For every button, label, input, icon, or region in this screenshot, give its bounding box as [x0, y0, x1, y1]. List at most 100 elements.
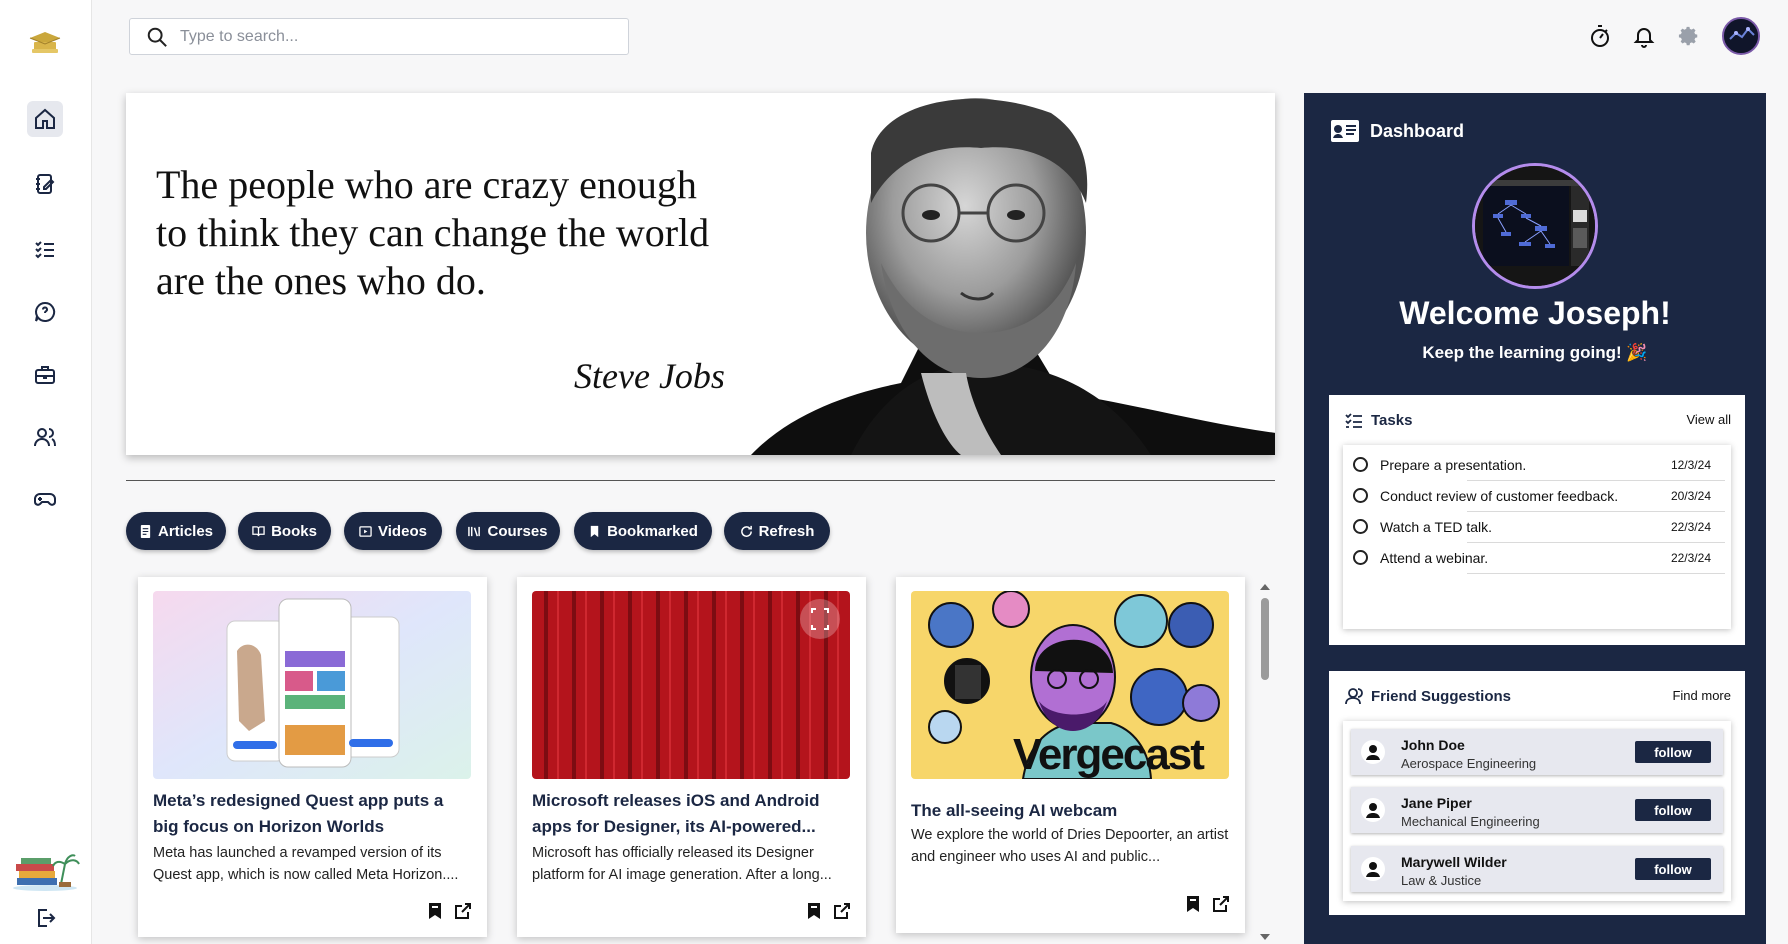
filter-label: Courses: [487, 522, 548, 540]
bookmark-icon[interactable]: [805, 902, 823, 920]
article-image: [532, 591, 850, 779]
vergecast-wordmark: Vergecast: [1013, 730, 1205, 779]
find-more-link[interactable]: Find more: [1672, 688, 1731, 703]
sidebar-item-jobs[interactable]: [27, 357, 63, 393]
card-description: Meta has launched a revamped version of …: [153, 845, 459, 883]
cards-scrollbar[interactable]: [1258, 580, 1272, 944]
section-divider: [126, 480, 1275, 481]
task-checkbox[interactable]: [1353, 488, 1368, 503]
external-link-icon[interactable]: [454, 902, 472, 920]
user-icon: [1345, 688, 1363, 705]
sidebar-item-notes[interactable]: [27, 166, 63, 202]
follow-button[interactable]: follow: [1635, 741, 1711, 763]
bookmark-icon[interactable]: [426, 902, 444, 920]
gamepad-icon: [34, 493, 56, 506]
sidebar-item-tasks[interactable]: [27, 231, 63, 267]
task-item[interactable]: Conduct review of customer feedback. 20/…: [1343, 480, 1731, 511]
task-checkbox[interactable]: [1353, 550, 1368, 565]
card-actions: [805, 902, 851, 920]
video-icon: [359, 525, 372, 537]
profile-picture[interactable]: [1472, 163, 1598, 289]
books-illustration-icon: [13, 854, 80, 891]
task-label: Attend a webinar.: [1380, 549, 1489, 566]
library-icon: [468, 526, 481, 536]
filter-articles-button[interactable]: Articles: [126, 512, 226, 550]
filter-books-button[interactable]: Books: [238, 512, 331, 550]
home-icon: [35, 108, 55, 129]
avatar-image-icon: [1724, 19, 1758, 53]
task-item[interactable]: Attend a webinar. 22/3/24: [1343, 542, 1731, 573]
filter-videos-button[interactable]: Videos: [344, 512, 442, 550]
sidebar-item-help[interactable]: [27, 294, 63, 330]
article-image: Vergecast: [911, 591, 1229, 779]
card-title[interactable]: The all-seeing AI webcam: [911, 798, 1229, 824]
card-actions: [426, 902, 472, 920]
timer-button[interactable]: [1586, 22, 1614, 50]
friend-item: John Doe Aerospace Engineering follow: [1351, 729, 1723, 775]
filter-label: Books: [271, 522, 317, 540]
card-description: We explore the world of Dries Depoorter,…: [911, 827, 1229, 865]
profile-avatar[interactable]: [1722, 17, 1760, 55]
sidebar-item-home[interactable]: [27, 101, 63, 137]
article-card[interactable]: Microsoft releases iOS and Android apps …: [517, 577, 866, 937]
dashboard-title: Dashboard: [1370, 120, 1465, 141]
friend-name: Marywell Wilder: [1401, 854, 1507, 870]
steve-jobs-portrait: [731, 93, 1275, 455]
scroll-thumb[interactable]: [1261, 598, 1269, 680]
task-date: 22/3/24: [1670, 519, 1711, 534]
tasks-header: Tasks: [1345, 411, 1412, 429]
refresh-button[interactable]: Refresh: [724, 512, 830, 550]
article-card[interactable]: Vergecast The all-seeing AI webcam We ex…: [896, 577, 1245, 933]
task-item[interactable]: Watch a TED talk. 22/3/24: [1343, 511, 1731, 542]
settings-button[interactable]: [1675, 22, 1703, 50]
filter-bookmarked-button[interactable]: Bookmarked: [574, 512, 712, 550]
search-input[interactable]: [180, 27, 600, 46]
task-date: 20/3/24: [1670, 488, 1711, 503]
external-link-icon[interactable]: [1212, 895, 1230, 913]
filter-label: Bookmarked: [607, 522, 698, 540]
filter-courses-button[interactable]: Courses: [456, 512, 560, 550]
notifications-button[interactable]: [1630, 22, 1658, 50]
friend-department: Aerospace Engineering: [1401, 756, 1537, 771]
logout-button[interactable]: [27, 900, 63, 936]
sidebar: [0, 0, 92, 944]
dashboard-icon: [1331, 120, 1359, 142]
stopwatch-icon: [1591, 25, 1609, 47]
task-item[interactable]: Prepare a presentation. 12/3/24: [1343, 449, 1731, 480]
friend-department: Mechanical Engineering: [1401, 814, 1540, 829]
follow-button[interactable]: follow: [1635, 858, 1711, 880]
checklist-icon: [1345, 413, 1362, 428]
friend-item: Marywell Wilder Law & Justice follow: [1351, 846, 1723, 892]
book-open-icon: [252, 525, 265, 536]
scroll-up-arrow-icon[interactable]: [1258, 582, 1272, 592]
refresh-icon: [740, 525, 752, 537]
task-label: Conduct review of customer feedback.: [1380, 487, 1619, 504]
user-avatar-icon: [1361, 740, 1385, 764]
logo-icon[interactable]: [28, 30, 62, 56]
article-card[interactable]: Meta’s redesigned Quest app puts a big f…: [138, 577, 487, 937]
card-title[interactable]: Microsoft releases iOS and Android apps …: [532, 788, 850, 840]
article-icon: [140, 524, 151, 538]
briefcase-icon: [35, 366, 55, 384]
sidebar-item-games[interactable]: [27, 481, 63, 517]
task-label: Watch a TED talk.: [1380, 518, 1493, 535]
banner-quote: The people who are crazy enough to think…: [156, 161, 756, 305]
users-icon: [34, 428, 56, 447]
quote-line: to think they can change the world: [156, 210, 710, 255]
task-checkbox[interactable]: [1353, 519, 1368, 534]
search-bar[interactable]: [129, 18, 629, 55]
tasks-card: Tasks View all Prepare a presentation. 1…: [1329, 395, 1745, 645]
card-title[interactable]: Meta’s redesigned Quest app puts a big f…: [153, 788, 471, 840]
follow-button[interactable]: follow: [1635, 799, 1711, 821]
task-checkbox[interactable]: [1353, 457, 1368, 472]
bookmark-icon[interactable]: [1184, 895, 1202, 913]
friends-title: Friend Suggestions: [1371, 687, 1512, 705]
filter-label: Refresh: [758, 522, 815, 540]
external-link-icon[interactable]: [833, 902, 851, 920]
tasks-list: Prepare a presentation. 12/3/24 Conduct …: [1343, 445, 1731, 629]
view-all-tasks-link[interactable]: View all: [1686, 412, 1731, 427]
sidebar-item-community[interactable]: [27, 419, 63, 455]
article-image: [153, 591, 471, 779]
scroll-down-arrow-icon[interactable]: [1258, 932, 1272, 942]
bookmark-icon: [590, 525, 599, 537]
